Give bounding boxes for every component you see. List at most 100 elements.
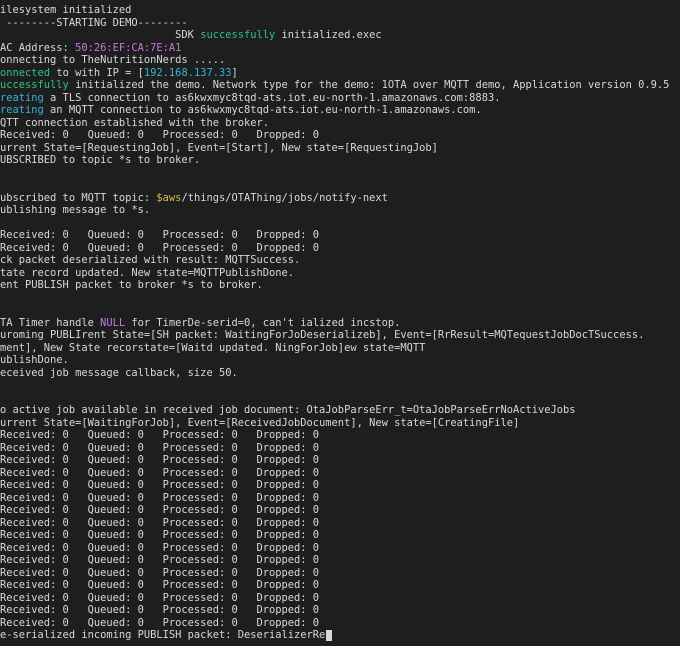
log-line: Received: 0 Queued: 0 Processed: 0 Dropp…: [0, 604, 319, 616]
log-line: uroming PUBLIrent State=[SH packet: Wait…: [0, 329, 644, 341]
log-segment: Received: 0 Queued: 0 Processed: 0 Dropp…: [0, 242, 319, 254]
log-line: urrent State=[WaitingForJob], Event=[Rec…: [0, 417, 519, 429]
log-segment: reating: [0, 92, 50, 104]
log-segment: QTT connection established with the brok…: [0, 117, 269, 129]
log-line: tate record updated. New state=MQTTPubli…: [0, 267, 294, 279]
log-segment: a TLS connection to as6kwxmyc8tqd-ats.io…: [50, 92, 500, 104]
log-segment: /things/OTAThing/jobs/notify-next: [181, 192, 387, 204]
log-segment: NULL: [100, 317, 125, 329]
log-line: Received: 0 Queued: 0 Processed: 0 Dropp…: [0, 129, 319, 141]
log-segment: AC Address:: [0, 42, 75, 54]
log-line: e-serialized incoming PUBLISH packet: De…: [0, 629, 332, 641]
log-line: eceived job message callback, size 50.: [0, 367, 238, 379]
log-line: reating an MQTT connection to as6kwxmyc8…: [0, 104, 482, 116]
log-line: Received: 0 Queued: 0 Processed: 0 Dropp…: [0, 242, 319, 254]
log-line: AC Address: 50:26:EF:CA:7E:A1: [0, 42, 181, 54]
log-line: reating a TLS connection to as6kwxmyc8tq…: [0, 92, 500, 104]
log-segment: o active job available in received job d…: [0, 404, 576, 416]
log-segment: Received: 0 Queued: 0 Processed: 0 Dropp…: [0, 529, 319, 541]
log-segment: --------STARTING DEMO--------: [0, 17, 188, 29]
log-segment: successfully: [200, 29, 275, 41]
log-line: Received: 0 Queued: 0 Processed: 0 Dropp…: [0, 467, 319, 479]
log-line: Received: 0 Queued: 0 Processed: 0 Dropp…: [0, 554, 319, 566]
log-segment: UBSCRIBED to topic *s to broker.: [0, 154, 200, 166]
log-segment: an MQTT connection to as6kwxmyc8tqd-ats.…: [50, 104, 482, 116]
log-segment: Received: 0 Queued: 0 Processed: 0 Dropp…: [0, 442, 319, 454]
log-segment: Received: 0 Queued: 0 Processed: 0 Dropp…: [0, 617, 319, 629]
log-line: ubscribed to MQTT topic: $aws/things/OTA…: [0, 192, 388, 204]
log-segment: e-serialized incoming PUBLISH packet: De…: [0, 629, 325, 641]
log-line: SDK successfully initialized.exec: [0, 29, 382, 41]
log-line: Received: 0 Queued: 0 Processed: 0 Dropp…: [0, 479, 319, 491]
log-line: ck packet deserialized with result: MQTT…: [0, 254, 300, 266]
log-segment: Received: 0 Queued: 0 Processed: 0 Dropp…: [0, 129, 319, 141]
log-line: o active job available in received job d…: [0, 404, 576, 416]
terminal-output: ilesystem initialized --------STARTING D…: [0, 0, 680, 642]
log-line: ent PUBLISH packet to broker *s to broke…: [0, 279, 263, 291]
log-segment: reating: [0, 104, 50, 116]
log-segment: Received: 0 Queued: 0 Processed: 0 Dropp…: [0, 554, 319, 566]
log-line: Received: 0 Queued: 0 Processed: 0 Dropp…: [0, 542, 319, 554]
log-line: Received: 0 Queued: 0 Processed: 0 Dropp…: [0, 592, 319, 604]
log-segment: to with IP = [: [56, 67, 144, 79]
log-line: ublishing message to *s.: [0, 204, 150, 216]
log-segment: ublishDone.: [0, 354, 69, 366]
log-line: ment], New State recorstate=[Waitd updat…: [0, 342, 425, 354]
log-line: Received: 0 Queued: 0 Processed: 0 Dropp…: [0, 529, 319, 541]
log-line: Received: 0 Queued: 0 Processed: 0 Dropp…: [0, 454, 319, 466]
log-line: Received: 0 Queued: 0 Processed: 0 Dropp…: [0, 617, 319, 629]
log-segment: initialized the demo. Network type for t…: [75, 79, 669, 91]
log-line: Received: 0 Queued: 0 Processed: 0 Dropp…: [0, 517, 319, 529]
log-segment: onnecting to TheNutritionNerds .....: [0, 54, 225, 66]
log-line: ublishDone.: [0, 354, 69, 366]
log-segment: Received: 0 Queued: 0 Processed: 0 Dropp…: [0, 229, 319, 241]
log-segment: urrent State=[RequestingJob], Event=[Sta…: [0, 142, 438, 154]
log-segment: uccessfully: [0, 79, 75, 91]
log-segment: ment], New State recorstate=[Waitd updat…: [0, 342, 425, 354]
log-line: onnecting to TheNutritionNerds .....: [0, 54, 225, 66]
log-segment: ilesystem initialized: [0, 4, 131, 16]
log-segment: TA Timer handle: [0, 317, 100, 329]
log-segment: Received: 0 Queued: 0 Processed: 0 Dropp…: [0, 517, 319, 529]
log-segment: eceived job message callback, size 50.: [0, 367, 238, 379]
log-line: Received: 0 Queued: 0 Processed: 0 Dropp…: [0, 492, 319, 504]
log-segment: for TimerDe-serid=0, can't ialized incst…: [125, 317, 400, 329]
log-segment: initialized.exec: [275, 29, 381, 41]
log-line: TA Timer handle NULL for TimerDe-serid=0…: [0, 317, 400, 329]
log-segment: Received: 0 Queued: 0 Processed: 0 Dropp…: [0, 492, 319, 504]
log-line: onnected to with IP = [192.168.137.33]: [0, 67, 238, 79]
log-line: QTT connection established with the brok…: [0, 117, 269, 129]
log-line: Received: 0 Queued: 0 Processed: 0 Dropp…: [0, 504, 319, 516]
log-segment: Received: 0 Queued: 0 Processed: 0 Dropp…: [0, 467, 319, 479]
log-line: Received: 0 Queued: 0 Processed: 0 Dropp…: [0, 442, 319, 454]
log-segment: urrent State=[WaitingForJob], Event=[Rec…: [0, 417, 519, 429]
log-segment: Received: 0 Queued: 0 Processed: 0 Dropp…: [0, 454, 319, 466]
log-segment: $aws: [156, 192, 181, 204]
log-segment: ent PUBLISH packet to broker *s to broke…: [0, 279, 263, 291]
log-line: Received: 0 Queued: 0 Processed: 0 Dropp…: [0, 229, 319, 241]
log-line: urrent State=[RequestingJob], Event=[Sta…: [0, 142, 438, 154]
log-line: ilesystem initialized: [0, 4, 131, 16]
log-segment: Received: 0 Queued: 0 Processed: 0 Dropp…: [0, 479, 319, 491]
log-segment: ck packet deserialized with result: MQTT…: [0, 254, 300, 266]
log-segment: 50:26:EF:CA:7E:A1: [75, 42, 181, 54]
log-segment: tate record updated. New state=MQTTPubli…: [0, 267, 294, 279]
log-line: --------STARTING DEMO--------: [0, 17, 188, 29]
log-line: uccessfully initialized the demo. Networ…: [0, 79, 669, 91]
log-line: Received: 0 Queued: 0 Processed: 0 Dropp…: [0, 429, 319, 441]
log-segment: Received: 0 Queued: 0 Processed: 0 Dropp…: [0, 429, 319, 441]
log-segment: ublishing message to *s.: [0, 204, 150, 216]
cursor-icon: [326, 630, 332, 641]
log-line: Received: 0 Queued: 0 Processed: 0 Dropp…: [0, 579, 319, 591]
log-segment: Received: 0 Queued: 0 Processed: 0 Dropp…: [0, 567, 319, 579]
log-segment: ]: [232, 67, 238, 79]
log-segment: Received: 0 Queued: 0 Processed: 0 Dropp…: [0, 542, 319, 554]
log-line: Received: 0 Queued: 0 Processed: 0 Dropp…: [0, 567, 319, 579]
log-segment: Received: 0 Queued: 0 Processed: 0 Dropp…: [0, 604, 319, 616]
log-segment: onnected: [0, 67, 56, 79]
log-segment: 192.168.137.33: [144, 67, 232, 79]
log-segment: Received: 0 Queued: 0 Processed: 0 Dropp…: [0, 504, 319, 516]
log-segment: SDK: [0, 29, 200, 41]
log-segment: ubscribed to MQTT topic:: [0, 192, 156, 204]
log-line: UBSCRIBED to topic *s to broker.: [0, 154, 200, 166]
